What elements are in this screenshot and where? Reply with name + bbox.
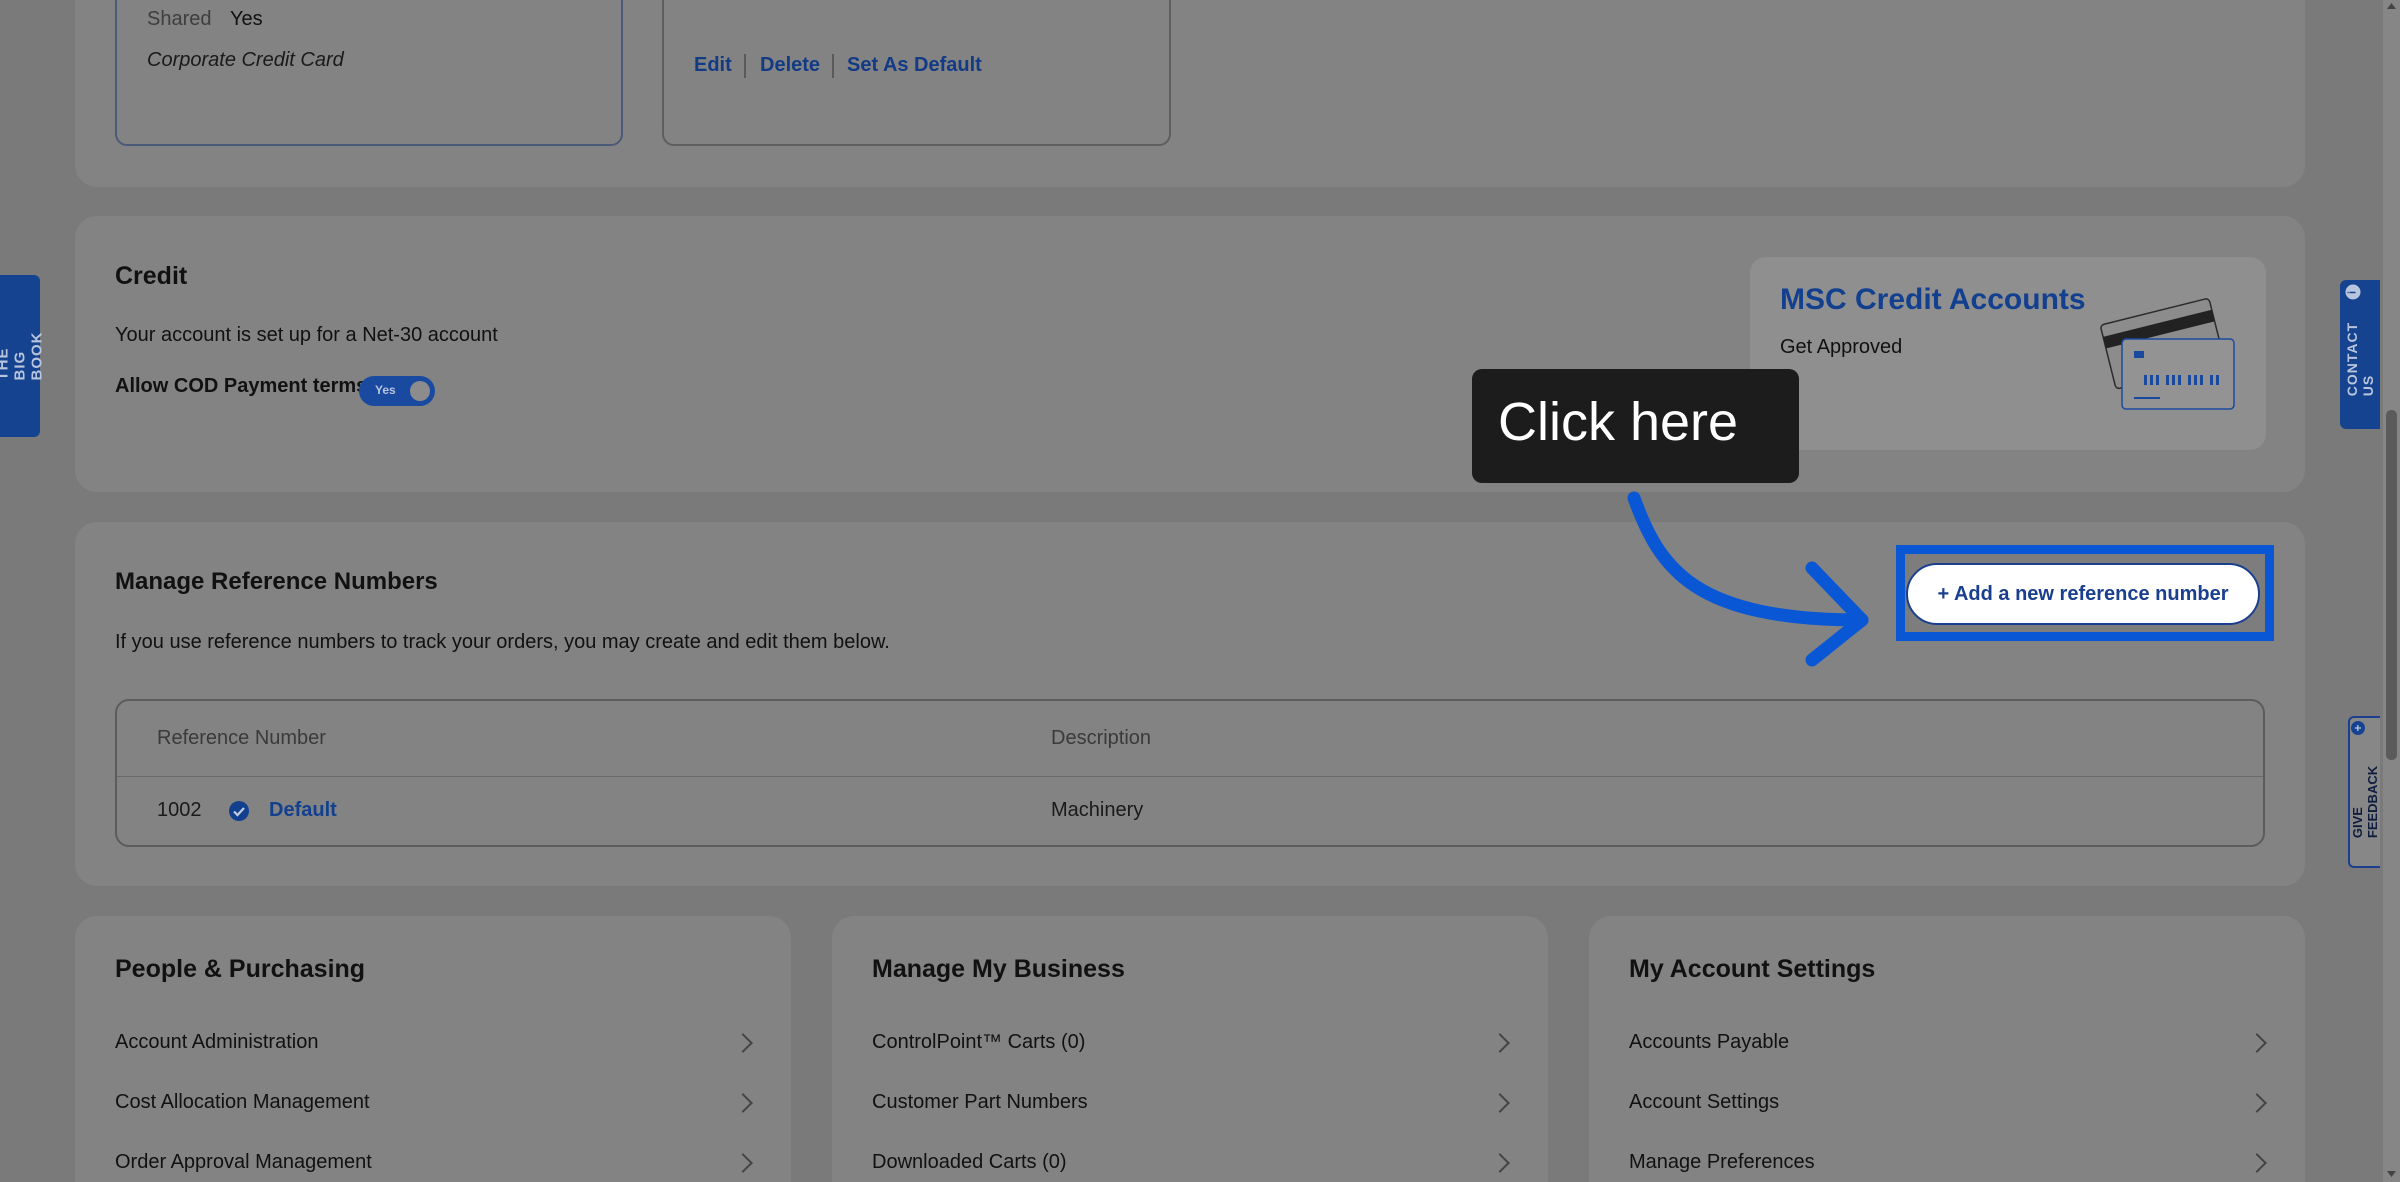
downloaded-carts-link[interactable]: Downloaded Carts (0) bbox=[872, 1151, 1067, 1174]
check-circle-icon bbox=[229, 801, 249, 821]
table-row[interactable]: 1002 Default Machinery bbox=[117, 777, 2263, 847]
edit-link[interactable]: Edit bbox=[694, 54, 732, 77]
set-default-link[interactable]: Set As Default bbox=[847, 54, 982, 77]
plus-icon: + bbox=[2351, 721, 2365, 735]
reference-table: Reference Number Description 1002 Defaul… bbox=[115, 699, 2265, 847]
cost-allocation-link[interactable]: Cost Allocation Management bbox=[115, 1091, 370, 1114]
cod-toggle[interactable]: Yes bbox=[359, 376, 435, 406]
delete-link[interactable]: Delete bbox=[760, 54, 820, 77]
toggle-label: Yes bbox=[375, 383, 396, 397]
pointer-arrow-icon bbox=[1627, 491, 1869, 667]
account-administration-link[interactable]: Account Administration bbox=[115, 1031, 318, 1054]
give-feedback-tab[interactable]: + GIVE FEEDBACK bbox=[2348, 716, 2380, 868]
msc-credit-promo[interactable]: MSC Credit Accounts Get Approved bbox=[1750, 257, 2266, 450]
payment-card-secondary: Edit Delete Set As Default bbox=[662, 0, 1171, 146]
reference-title: Manage Reference Numbers bbox=[115, 568, 438, 595]
promo-title: MSC Credit Accounts bbox=[1780, 283, 2086, 316]
contact-us-tab[interactable]: i CONTACT US bbox=[2340, 280, 2380, 429]
account-settings-title: My Account Settings bbox=[1629, 955, 1876, 983]
default-badge: Default bbox=[269, 799, 337, 821]
card-type: Corporate Credit Card bbox=[147, 49, 344, 71]
big-book-label: THE BIG BOOK bbox=[0, 331, 46, 381]
payment-card-selected[interactable]: Shared Yes Corporate Credit Card bbox=[115, 0, 623, 146]
tooltip-text: Click here bbox=[1498, 392, 1739, 452]
people-purchasing-title: People & Purchasing bbox=[115, 955, 366, 983]
toggle-knob bbox=[410, 381, 430, 401]
scrollbar-thumb[interactable] bbox=[2386, 410, 2397, 760]
credit-title: Credit bbox=[115, 262, 188, 290]
column-header-description: Description bbox=[1051, 727, 1152, 749]
accounts-payable-link[interactable]: Accounts Payable bbox=[1629, 1031, 1789, 1054]
shared-value: Yes bbox=[230, 8, 263, 30]
reference-number: 1002 bbox=[157, 799, 202, 821]
controlpoint-carts-link[interactable]: ControlPoint™ Carts (0) bbox=[872, 1031, 1085, 1054]
scroll-down-arrow-icon[interactable] bbox=[2386, 1170, 2397, 1178]
big-book-tab[interactable]: THE BIG BOOK bbox=[0, 275, 46, 437]
contact-us-label: CONTACT US bbox=[2344, 321, 2376, 397]
scroll-up-arrow-icon[interactable] bbox=[2386, 2, 2397, 10]
give-feedback-label: GIVE FEEDBACK bbox=[2350, 766, 2380, 839]
promo-subtitle: Get Approved bbox=[1780, 336, 1903, 358]
manage-business-title: Manage My Business bbox=[872, 955, 1125, 983]
customer-part-numbers-link[interactable]: Customer Part Numbers bbox=[872, 1091, 1088, 1114]
shared-label: Shared bbox=[147, 8, 212, 30]
order-approval-link[interactable]: Order Approval Management bbox=[115, 1151, 372, 1174]
add-reference-number-button[interactable]: + Add a new reference number bbox=[1906, 563, 2260, 625]
cod-label: Allow COD Payment terms bbox=[115, 375, 368, 397]
column-header-reference-number: Reference Number bbox=[157, 727, 326, 749]
manage-preferences-link[interactable]: Manage Preferences bbox=[1629, 1151, 1815, 1174]
info-icon: i bbox=[2345, 284, 2361, 300]
credit-cards-illustration-icon bbox=[2100, 298, 2235, 410]
separator bbox=[832, 54, 834, 78]
separator bbox=[744, 54, 746, 78]
reference-description: If you use reference numbers to track yo… bbox=[115, 631, 890, 653]
credit-description: Your account is set up for a Net-30 acco… bbox=[115, 324, 498, 346]
account-settings-link[interactable]: Account Settings bbox=[1629, 1091, 1779, 1114]
click-here-tooltip: Click here bbox=[1472, 369, 1799, 483]
reference-description-cell: Machinery bbox=[1051, 799, 1144, 821]
